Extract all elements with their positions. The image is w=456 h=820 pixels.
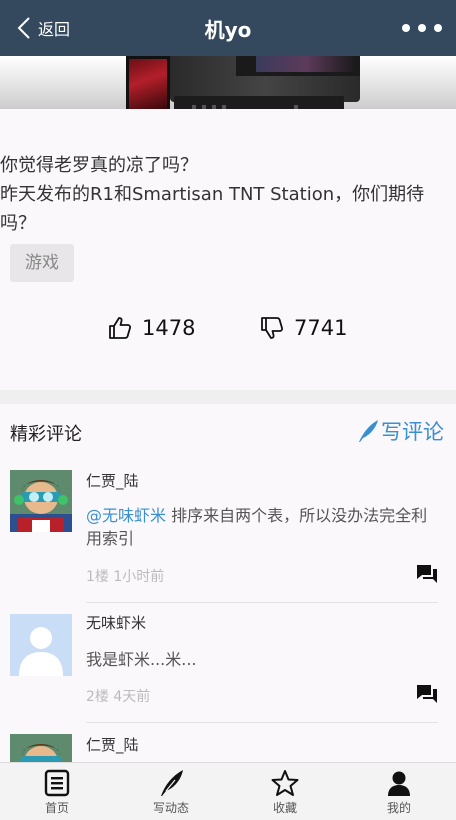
dislike-button[interactable]: 7741	[260, 313, 347, 343]
comment-meta: 1楼 1小时前	[86, 569, 165, 585]
product-image-phone	[126, 56, 170, 116]
tab-home[interactable]: 首页	[0, 763, 114, 820]
comments-title: 精彩评论	[10, 424, 82, 445]
like-count: 1478	[142, 316, 196, 340]
more-dot-icon	[418, 24, 426, 32]
tab-label: 收藏	[272, 801, 297, 815]
comment-separator	[86, 722, 438, 723]
more-options-button[interactable]	[402, 18, 442, 38]
avatar[interactable]	[10, 734, 72, 762]
bottom-tab-bar: 首页 写动态 收藏 我的	[0, 762, 456, 820]
user-icon	[388, 771, 410, 796]
write-comment-label: 写评论	[381, 420, 444, 444]
post-hero-image[interactable]	[0, 56, 456, 123]
comment-meta: 2楼 4天前	[86, 689, 151, 705]
comment-username[interactable]: 仁贾_陆	[86, 470, 139, 491]
dislike-count: 7741	[294, 316, 348, 340]
thumbs-down-icon	[261, 317, 284, 339]
post-text-line: 你觉得老罗真的凉了吗？	[0, 155, 198, 176]
avatar[interactable]	[10, 614, 72, 676]
post-tag[interactable]: 游戏	[10, 244, 74, 282]
section-divider	[0, 390, 456, 404]
more-dot-icon	[402, 24, 410, 32]
star-icon	[271, 770, 299, 796]
comment-mention[interactable]: @无味虾米	[86, 506, 166, 525]
comments-section: 精彩评论 写评论 仁贾_陆 @无味虾米 排序来自两个表，所以没办法完全利用索引 …	[0, 404, 456, 762]
tab-post[interactable]: 写动态	[114, 763, 228, 820]
comment-separator	[86, 602, 438, 603]
thumbs-up-icon	[109, 317, 132, 339]
comment-username[interactable]: 仁贾_陆	[86, 734, 139, 755]
tab-label: 首页	[44, 801, 69, 815]
feather-icon	[161, 770, 183, 796]
post-text: 你觉得老罗真的凉了吗？ 昨天发布的R1和Smartisan TNT Statio…	[0, 151, 440, 238]
tab-profile[interactable]: 我的	[342, 763, 456, 820]
write-comment-button[interactable]: 写评论	[357, 416, 444, 446]
product-image-screen	[236, 56, 360, 76]
page-title: 机yo	[204, 18, 252, 42]
tab-label: 我的	[386, 801, 411, 815]
post-text-line: 昨天发布的R1和Smartisan TNT Station，你们期待吗？	[0, 184, 425, 234]
reply-icon[interactable]	[416, 684, 438, 704]
document-icon	[44, 769, 70, 797]
more-dot-icon	[434, 24, 442, 32]
comment-username[interactable]: 无味虾米	[86, 612, 146, 633]
top-nav-bar: 返回 机yo	[0, 0, 456, 56]
comment-text: 我是虾米...米...	[86, 648, 431, 671]
feather-pen-icon	[359, 420, 378, 442]
like-button[interactable]: 1478	[108, 313, 195, 343]
avatar[interactable]	[10, 470, 72, 532]
tab-favorites[interactable]: 收藏	[228, 763, 342, 820]
reply-icon[interactable]	[416, 564, 438, 584]
comment-text: @无味虾米 排序来自两个表，所以没办法完全利用索引	[86, 504, 431, 550]
post-card: 你觉得老罗真的凉了吗？ 昨天发布的R1和Smartisan TNT Statio…	[0, 123, 456, 390]
tab-label: 写动态	[152, 801, 189, 815]
comment-body: 我是虾米...米...	[86, 650, 197, 669]
